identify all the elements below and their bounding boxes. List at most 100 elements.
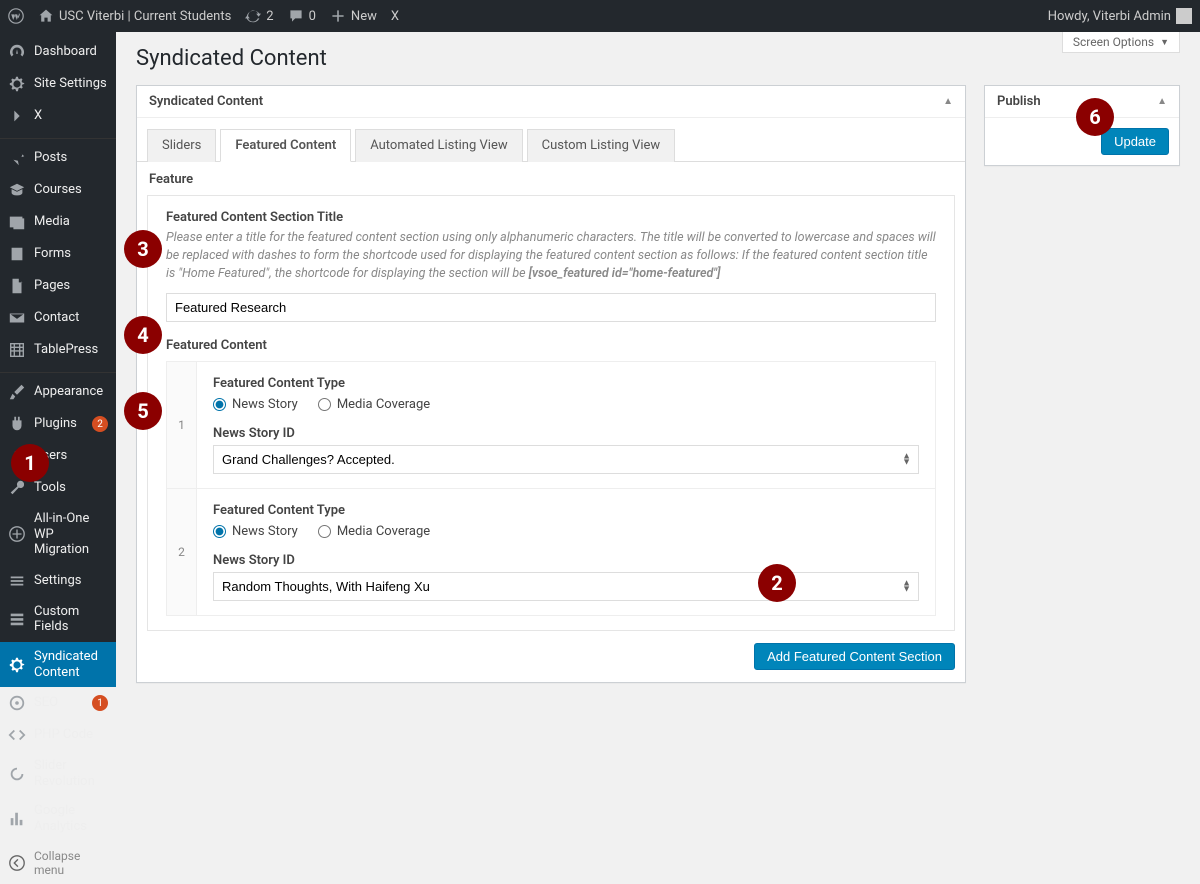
updates-link[interactable]: 2 [245,8,273,24]
courses-icon [8,181,26,199]
row-number: 2 [167,489,197,616]
updates-icon [245,8,261,24]
story-select-2[interactable]: Random Thoughts, With Haifeng Xu [213,572,919,601]
new-label: New [351,9,377,24]
seo-badge: 1 [92,695,108,711]
section-title-label: Featured Content Section Title [166,210,936,225]
annotation-3: 3 [124,230,162,268]
brush-icon [8,383,26,401]
syndicated-content-metabox: Syndicated Content ▲ Sliders Featured Co… [136,85,966,683]
radio-media-coverage-1[interactable]: Media Coverage [318,397,430,412]
main-content: Screen Options▼ Syndicated Content Syndi… [116,32,1200,684]
migration-icon [8,525,26,543]
howdy-link[interactable]: Howdy, Viterbi Admin [1048,8,1192,24]
section-label: Feature [137,162,965,195]
sidebar-item-tablepress[interactable]: TablePress [0,334,116,366]
metabox-toggle[interactable]: ▲ [943,96,953,107]
avatar [1176,8,1192,24]
annotation-1: 1 [11,444,49,482]
add-section-button[interactable]: Add Featured Content Section [754,643,955,670]
table-icon [8,341,26,359]
tab-featured-content[interactable]: Featured Content [220,129,351,162]
sidebar-item-courses[interactable]: Courses [0,174,116,206]
annotation-4: 4 [124,316,162,354]
sidebar-item-analytics[interactable]: Google Analytics [0,796,116,841]
tools-icon [8,479,26,497]
chevron-down-icon: ▼ [1160,37,1169,48]
admin-bar: USC Viterbi | Current Students 2 0 New X… [0,0,1200,32]
pages-icon [8,277,26,295]
story-id-label: News Story ID [213,426,919,441]
tab-automated-listing[interactable]: Automated Listing View [355,129,522,162]
annotation-6: 6 [1076,98,1114,136]
sidebar-item-php-code[interactable]: PHP Code [0,719,116,751]
contact-icon [8,309,26,327]
sidebar-item-pages[interactable]: Pages [0,270,116,302]
seo-icon [8,694,26,712]
annotation-5: 5 [124,392,162,430]
sidebar-item-x[interactable]: X [0,100,116,132]
sidebar-item-syndicated-content[interactable]: Syndicated Content [0,642,116,687]
fc-type-label: Featured Content Type [213,503,919,518]
sidebar-item-forms[interactable]: Forms [0,238,116,270]
sidebar-collapse[interactable]: Collapse menu [0,842,116,884]
sidebar-item-media[interactable]: Media [0,206,116,238]
home-icon [38,8,54,24]
forms-icon [8,245,26,263]
sidebar-item-custom-fields[interactable]: Custom Fields [0,597,116,642]
site-name: USC Viterbi | Current Students [59,9,231,24]
story-id-label: News Story ID [213,553,919,568]
sidebar-item-seo[interactable]: SEO1 [0,687,116,719]
wp-logo[interactable] [8,8,24,24]
sidebar-item-appearance[interactable]: Appearance [0,372,116,408]
publish-toggle[interactable]: ▲ [1157,96,1167,107]
sidebar-item-dashboard[interactable]: Dashboard [0,36,116,68]
tab-custom-listing[interactable]: Custom Listing View [527,129,676,162]
publish-title: Publish [997,94,1041,109]
site-name-link[interactable]: USC Viterbi | Current Students [38,8,231,24]
arrow-icon [8,107,26,125]
radio-media-coverage-2[interactable]: Media Coverage [318,524,430,539]
fields-icon [8,610,26,628]
syndicated-icon [8,656,26,674]
updates-count: 2 [266,9,273,24]
analytics-icon [8,810,26,828]
radio-news-story-1[interactable]: News Story [213,397,298,412]
story-select-1[interactable]: Grand Challenges? Accepted. [213,445,919,474]
tab-list: Sliders Featured Content Automated Listi… [137,128,965,162]
sidebar-item-migration[interactable]: All-in-One WP Migration [0,504,116,565]
pin-icon [8,149,26,167]
plugin-icon [8,415,26,433]
update-button[interactable]: Update [1101,128,1169,155]
sidebar-item-site-settings[interactable]: Site Settings [0,68,116,100]
gear-icon [8,75,26,93]
plus-icon [330,8,346,24]
howdy-text: Howdy, Viterbi Admin [1048,9,1171,24]
radio-news-story-2[interactable]: News Story [213,524,298,539]
sidebar-item-plugins[interactable]: Plugins2 [0,408,116,440]
sidebar-item-slider-revolution[interactable]: Slider Revolution [0,751,116,796]
tab-sliders[interactable]: Sliders [147,129,216,162]
sidebar-item-posts[interactable]: Posts [0,138,116,174]
x-link[interactable]: X [391,9,399,24]
screen-options-toggle[interactable]: Screen Options▼ [1062,32,1180,53]
admin-sidebar: Dashboard Site Settings X Posts Courses … [0,32,116,684]
x-label: X [391,9,399,24]
code-icon [8,726,26,744]
comments-count: 0 [309,9,316,24]
annotation-2: 2 [758,564,796,602]
row-number: 1 [167,362,197,489]
comment-icon [288,8,304,24]
fc-type-label: Featured Content Type [213,376,919,391]
sidebar-item-contact[interactable]: Contact [0,302,116,334]
sidebar-item-settings[interactable]: Settings [0,565,116,597]
plugins-badge: 2 [92,416,108,432]
comments-link[interactable]: 0 [288,8,316,24]
featured-content-heading: Featured Content [166,338,936,353]
settings-icon [8,572,26,590]
slider-icon [8,765,26,783]
collapse-icon [8,854,26,872]
section-title-input[interactable] [166,293,936,322]
dashboard-icon [8,43,26,61]
new-link[interactable]: New [330,8,377,24]
